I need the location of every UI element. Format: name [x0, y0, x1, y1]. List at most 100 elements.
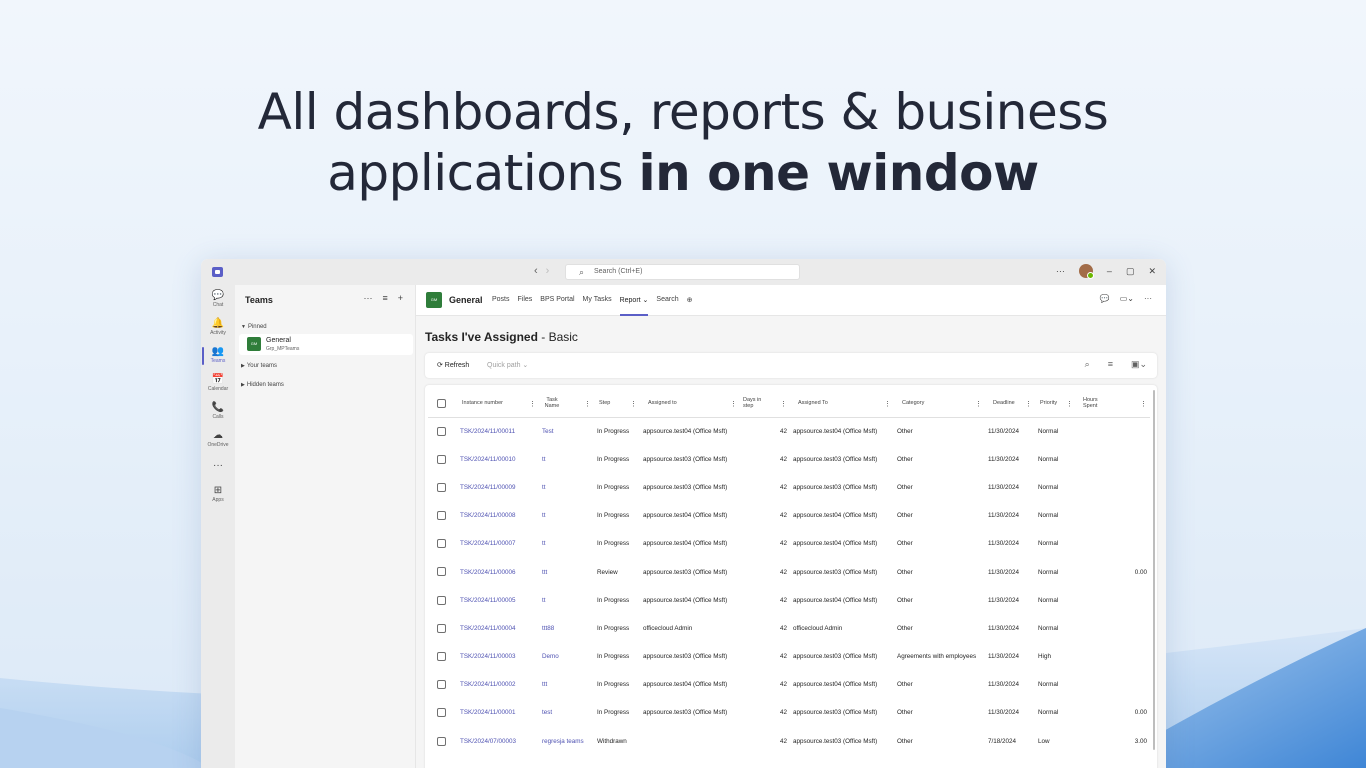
- column-header[interactable]: Instance number ⋮: [450, 390, 539, 418]
- search-box[interactable]: ⌕ Search (Ctrl+E): [565, 264, 800, 280]
- tab-bps-portal[interactable]: BPS Portal: [540, 296, 574, 316]
- row-checkbox[interactable]: [428, 643, 450, 671]
- task-name-link[interactable]: tt: [539, 473, 594, 501]
- row-checkbox[interactable]: [428, 586, 450, 614]
- rail-calls[interactable]: 📞 Calls: [201, 402, 235, 420]
- table-row[interactable]: TSK/2024/11/00009 tt In Progress appsource.…: [428, 473, 1150, 501]
- task-name-link[interactable]: regresja teams: [539, 727, 594, 755]
- teams-logo-icon: [212, 267, 223, 277]
- column-header[interactable]: Hours Spent ⋮: [1076, 390, 1150, 418]
- filter-icon[interactable]: ≡: [1108, 359, 1113, 370]
- table-row[interactable]: TSK/2024/11/00002 ttt In Progress appsource…: [428, 671, 1150, 699]
- rail-more[interactable]: ···: [201, 460, 235, 472]
- table-row[interactable]: TSK/2024/11/00008 tt In Progress appsource.…: [428, 502, 1150, 530]
- tab-search[interactable]: Search: [656, 296, 678, 316]
- column-header[interactable]: Deadline ⋮: [985, 390, 1035, 418]
- instance-number-link[interactable]: TSK/2024/11/00010: [450, 445, 539, 473]
- task-name-link[interactable]: test: [539, 699, 594, 727]
- table-row[interactable]: TSK/2024/11/00007 tt In Progress appsource.…: [428, 530, 1150, 558]
- instance-number-link[interactable]: TSK/2024/11/00008: [450, 502, 539, 530]
- forward-button[interactable]: ›: [546, 265, 550, 277]
- add-team-button[interactable]: +: [398, 293, 403, 303]
- instance-number-link[interactable]: TSK/2024/11/00003: [450, 643, 539, 671]
- row-checkbox[interactable]: [428, 473, 450, 501]
- table-row[interactable]: TSK/2024/11/00003 Demo In Progress appsourc…: [428, 643, 1150, 671]
- instance-number-link[interactable]: TSK/2024/11/00007: [450, 530, 539, 558]
- instance-number-link[interactable]: TSK/2024/11/00001: [450, 699, 539, 727]
- row-checkbox[interactable]: [428, 671, 450, 699]
- tab-posts[interactable]: Posts: [492, 296, 510, 316]
- vertical-scrollbar[interactable]: [1153, 390, 1155, 750]
- tab-report[interactable]: Report ⌄: [619, 296, 648, 316]
- instance-number-link[interactable]: TSK/2024/11/00009: [450, 473, 539, 501]
- task-name-link[interactable]: ttt: [539, 671, 594, 699]
- panel-more-button[interactable]: ···: [363, 293, 372, 303]
- tab-files[interactable]: Files: [518, 296, 533, 316]
- table-row[interactable]: TSK/2024/11/00011 Test In Progress appsourc…: [428, 417, 1150, 445]
- instance-number-link[interactable]: TSK/2024/11/00006: [450, 558, 539, 586]
- column-header[interactable]: Assigned to ⋮: [640, 390, 740, 418]
- channel-item-general[interactable]: GM General Grp_MPTeams: [239, 334, 413, 355]
- rail-onedrive[interactable]: ☁ OneDrive: [201, 430, 235, 448]
- table-row[interactable]: TSK/2024/11/00010 tt In Progress appsource.…: [428, 445, 1150, 473]
- task-name-link[interactable]: tt: [539, 530, 594, 558]
- rail-activity[interactable]: 🔔 Activity: [201, 318, 235, 336]
- column-header[interactable]: Task Name ⋮: [539, 390, 594, 418]
- video-icon[interactable]: ▭⌄: [1120, 294, 1134, 303]
- section-pinned[interactable]: ▼ Pinned: [241, 324, 267, 330]
- instance-number-link[interactable]: TSK/2024/11/00004: [450, 614, 539, 642]
- row-checkbox[interactable]: [428, 502, 450, 530]
- instance-number-link[interactable]: TSK/2024/11/00002: [450, 671, 539, 699]
- search-icon[interactable]: ⌕: [1085, 359, 1090, 370]
- row-checkbox[interactable]: [428, 699, 450, 727]
- chat-icon[interactable]: 💬: [1100, 294, 1110, 303]
- restore-button[interactable]: ▢: [1126, 266, 1135, 277]
- table-row[interactable]: TSK/2024/11/00005 tt In Progress appsource.…: [428, 586, 1150, 614]
- task-name-link[interactable]: ttt: [539, 558, 594, 586]
- instance-number-link[interactable]: TSK/2024/11/00011: [450, 417, 539, 445]
- add-tab-button[interactable]: ⊕: [687, 296, 693, 316]
- rail-chat[interactable]: 💬 Chat: [201, 290, 235, 308]
- row-checkbox[interactable]: [428, 558, 450, 586]
- close-button[interactable]: ✕: [1148, 266, 1156, 277]
- column-header[interactable]: Step ⋮: [594, 390, 640, 418]
- refresh-button[interactable]: ⟳ Refresh: [437, 361, 469, 369]
- column-header[interactable]: Days in step ⋮: [740, 390, 790, 418]
- task-name-link[interactable]: tt: [539, 586, 594, 614]
- avatar[interactable]: [1078, 264, 1094, 279]
- task-name-link[interactable]: tt: [539, 445, 594, 473]
- task-name-link[interactable]: Test: [539, 417, 594, 445]
- table-row[interactable]: TSK/2024/07/00003 regresja teams Withdrawn…: [428, 727, 1150, 755]
- column-header[interactable]: Assigned To ⋮: [790, 390, 894, 418]
- task-name-link[interactable]: ttt88: [539, 614, 594, 642]
- more-options-button[interactable]: ···: [1056, 266, 1065, 276]
- task-name-link[interactable]: tt: [539, 502, 594, 530]
- table-row[interactable]: TSK/2024/11/00006 ttt Review appsource.test…: [428, 558, 1150, 586]
- rail-label: Teams: [210, 358, 226, 364]
- filter-icon[interactable]: ≡: [382, 293, 387, 303]
- row-checkbox[interactable]: [428, 530, 450, 558]
- section-your-teams[interactable]: ▶ Your teams: [241, 363, 277, 369]
- column-header[interactable]: Priority ⋮: [1035, 390, 1076, 418]
- column-header[interactable]: Category ⋮: [894, 390, 985, 418]
- row-checkbox[interactable]: [428, 727, 450, 755]
- more-options-button[interactable]: ···: [1144, 294, 1152, 303]
- rail-teams[interactable]: 👥 Teams: [201, 346, 235, 365]
- rail-apps[interactable]: ⊞ Apps: [201, 485, 235, 503]
- quick-path-dropdown[interactable]: Quick path ⌄: [487, 361, 528, 369]
- minimize-button[interactable]: –: [1107, 266, 1112, 276]
- task-name-link[interactable]: Demo: [539, 643, 594, 671]
- table-row[interactable]: TSK/2024/11/00004 ttt88 In Progress officec…: [428, 614, 1150, 642]
- save-icon[interactable]: ▣⌄: [1131, 359, 1147, 370]
- row-checkbox[interactable]: [428, 417, 450, 445]
- tab-my-tasks[interactable]: My Tasks: [583, 296, 612, 316]
- rail-calendar[interactable]: 📅 Calendar: [201, 374, 235, 392]
- instance-number-link[interactable]: TSK/2024/11/00005: [450, 586, 539, 614]
- section-hidden-teams[interactable]: ▶ Hidden teams: [241, 382, 284, 388]
- select-all-checkbox[interactable]: [428, 390, 450, 418]
- instance-number-link[interactable]: TSK/2024/07/00003: [450, 727, 539, 755]
- back-button[interactable]: ‹: [534, 265, 538, 277]
- table-row[interactable]: TSK/2024/11/00001 test In Progress appsourc…: [428, 699, 1150, 727]
- row-checkbox[interactable]: [428, 614, 450, 642]
- row-checkbox[interactable]: [428, 445, 450, 473]
